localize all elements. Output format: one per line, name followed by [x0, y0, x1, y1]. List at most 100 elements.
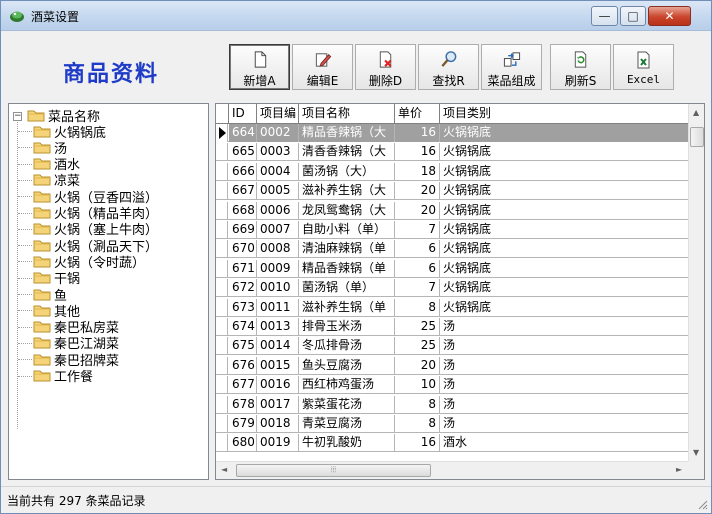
tree-item[interactable]: 凉菜: [33, 172, 80, 189]
table-row[interactable]: 675 0014 冬瓜排骨汤 25 汤: [216, 337, 688, 356]
cell-category[interactable]: 汤: [440, 318, 688, 336]
close-button[interactable]: ✕: [648, 6, 691, 26]
scroll-right-icon[interactable]: ►: [676, 465, 682, 474]
cell-name[interactable]: 青菜豆腐汤: [299, 415, 395, 433]
cell-name[interactable]: 冬瓜排骨汤: [299, 337, 395, 356]
cell-name[interactable]: 排骨玉米汤: [299, 318, 395, 336]
table-row[interactable]: 669 0007 自助小料（单） 7 火锅锅底: [216, 221, 688, 239]
cell-code[interactable]: 0004: [257, 162, 299, 181]
column-header-price[interactable]: 单价: [395, 104, 440, 124]
tree-item[interactable]: 火锅（豆香四溢）: [33, 188, 158, 206]
cell-code[interactable]: 0003: [257, 143, 299, 162]
vertical-scroll-thumb[interactable]: [690, 127, 704, 147]
horizontal-scroll-thumb[interactable]: ⦙⦙⦙: [236, 464, 431, 477]
cell-code[interactable]: 0017: [257, 395, 299, 414]
table-row[interactable]: 680 0019 牛初乳酸奶 16 酒水: [216, 434, 688, 453]
minimize-button[interactable]: —: [591, 6, 618, 26]
cell-code[interactable]: 0016: [257, 376, 299, 395]
cell-price[interactable]: 16: [395, 124, 440, 142]
cell-name[interactable]: 紫菜蛋花汤: [299, 395, 395, 414]
cell-id[interactable]: 678: [229, 395, 257, 414]
table-row[interactable]: 679 0018 青菜豆腐汤 8 汤: [216, 415, 688, 433]
cell-code[interactable]: 0013: [257, 318, 299, 336]
cell-name[interactable]: 西红柿鸡蛋汤: [299, 376, 395, 395]
row-indicator[interactable]: [216, 240, 228, 259]
cell-category[interactable]: 火锅锅底: [440, 143, 688, 161]
cell-code[interactable]: 0011: [257, 298, 299, 317]
cell-name[interactable]: 精品香辣锅（大: [299, 124, 395, 142]
product-grid[interactable]: ID 项目编 项目名称 单价 项目类别 664 0002 精品香辣锅（大 16 火锅锅底…: [215, 103, 705, 480]
cell-price[interactable]: 6: [395, 259, 440, 278]
row-indicator[interactable]: [216, 376, 228, 395]
cell-id[interactable]: 669: [229, 221, 257, 239]
table-row[interactable]: 673 0011 滋补养生锅（单 8 火锅锅底: [216, 298, 688, 317]
cell-price[interactable]: 20: [395, 201, 440, 220]
cell-price[interactable]: 20: [395, 356, 440, 375]
cell-id[interactable]: 664: [229, 124, 257, 142]
scroll-left-icon[interactable]: ◄: [221, 465, 227, 474]
table-row[interactable]: 666 0004 菌汤锅（大） 18 火锅锅底: [216, 162, 688, 181]
cell-price[interactable]: 20: [395, 182, 440, 201]
cell-name[interactable]: 龙凤鸳鸯锅（大: [299, 201, 395, 220]
cell-price[interactable]: 16: [395, 143, 440, 162]
cell-category[interactable]: 火锅锅底: [440, 163, 688, 181]
table-row[interactable]: 676 0015 鱼头豆腐汤 20 汤: [216, 356, 688, 375]
cell-id[interactable]: 675: [229, 337, 257, 356]
resize-grip-icon[interactable]: [696, 498, 708, 510]
cell-id[interactable]: 671: [229, 259, 257, 278]
cell-price[interactable]: 8: [395, 298, 440, 317]
column-header-category[interactable]: 项目类别: [440, 104, 688, 124]
cell-category[interactable]: 汤: [440, 337, 688, 355]
cell-name[interactable]: 清油麻辣锅（单: [299, 240, 395, 259]
cell-code[interactable]: 0009: [257, 259, 299, 278]
tree-item[interactable]: 火锅（精品羊肉）: [33, 205, 158, 222]
table-row[interactable]: 664 0002 精品香辣锅（大 16 火锅锅底: [216, 124, 688, 142]
cell-name[interactable]: 清香香辣锅（大: [299, 143, 395, 162]
cell-id[interactable]: 677: [229, 376, 257, 395]
cell-price[interactable]: 16: [395, 434, 440, 453]
title-bar[interactable]: 酒菜设置 — □ ✕: [1, 1, 711, 31]
cell-category[interactable]: 汤: [440, 396, 688, 414]
row-indicator[interactable]: [216, 415, 228, 433]
tree-item[interactable]: 秦巴招牌菜: [33, 351, 119, 369]
row-indicator[interactable]: [216, 143, 228, 162]
tree-item[interactable]: 火锅（涮品天下）: [33, 237, 158, 255]
table-row[interactable]: 667 0005 滋补养生锅（大 20 火锅锅底: [216, 182, 688, 201]
tree-item[interactable]: 酒水: [33, 156, 80, 173]
cell-price[interactable]: 18: [395, 162, 440, 181]
cell-price[interactable]: 8: [395, 415, 440, 433]
row-indicator[interactable]: [216, 298, 228, 317]
tree-item[interactable]: 汤: [33, 139, 67, 157]
refresh-button[interactable]: 刷新S: [550, 44, 611, 90]
horizontal-scrollbar[interactable]: ◄ ⦙⦙⦙ ►: [216, 461, 688, 479]
cell-code[interactable]: 0019: [257, 434, 299, 453]
excel-button[interactable]: Excel: [613, 44, 674, 90]
cell-code[interactable]: 0006: [257, 201, 299, 220]
edit-button[interactable]: 编辑E: [292, 44, 353, 90]
cell-category[interactable]: 火锅锅底: [440, 202, 688, 220]
cell-category[interactable]: 酒水: [440, 434, 688, 452]
row-indicator[interactable]: [216, 162, 228, 181]
column-header-code[interactable]: 项目编: [257, 104, 299, 124]
tree-item[interactable]: 干锅: [33, 270, 80, 287]
cell-price[interactable]: 25: [395, 318, 440, 336]
tree-item[interactable]: 秦巴江湖菜: [33, 335, 119, 352]
cell-category[interactable]: 火锅锅底: [440, 124, 688, 142]
cell-name[interactable]: 牛初乳酸奶: [299, 434, 395, 453]
compose-button[interactable]: 菜品组成: [481, 44, 542, 90]
scroll-down-icon[interactable]: ▼: [693, 448, 699, 457]
cell-code[interactable]: 0008: [257, 240, 299, 259]
cell-name[interactable]: 滋补养生锅（大: [299, 182, 395, 201]
cell-category[interactable]: 火锅锅底: [440, 299, 688, 317]
cell-id[interactable]: 672: [229, 279, 257, 298]
cell-id[interactable]: 676: [229, 356, 257, 375]
row-indicator[interactable]: [216, 318, 228, 336]
table-row[interactable]: 677 0016 西红柿鸡蛋汤 10 汤: [216, 376, 688, 395]
tree-item[interactable]: 火锅（塞上牛肉）: [33, 221, 158, 238]
cell-code[interactable]: 0010: [257, 279, 299, 298]
row-indicator[interactable]: [216, 221, 228, 239]
cell-category[interactable]: 火锅锅底: [440, 221, 688, 239]
cell-name[interactable]: 菌汤锅（单）: [299, 279, 395, 298]
cell-code[interactable]: 0002: [257, 124, 299, 142]
cell-category[interactable]: 火锅锅底: [440, 240, 688, 258]
